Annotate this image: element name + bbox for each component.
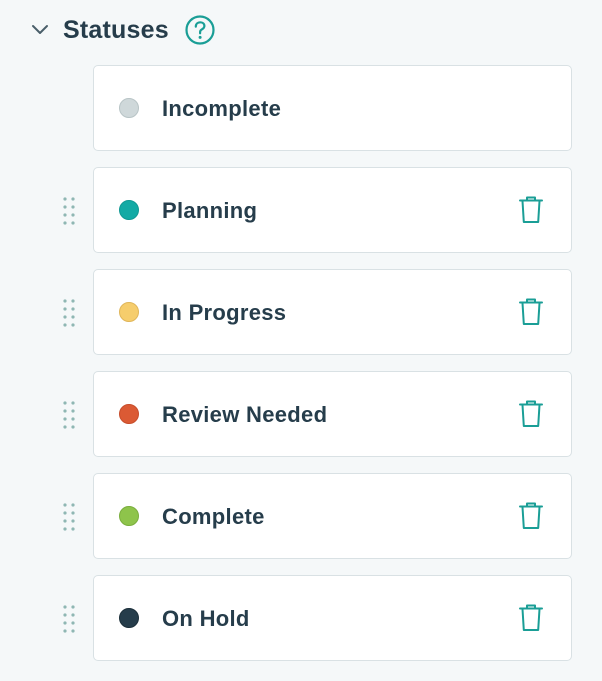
- status-row: Complete: [0, 473, 602, 575]
- statuses-section-header: Statuses: [0, 0, 602, 60]
- status-row: Planning: [0, 167, 602, 269]
- collapse-toggle-button[interactable]: [26, 18, 54, 42]
- status-card[interactable]: In Progress: [93, 269, 572, 355]
- delete-status-button[interactable]: [516, 399, 546, 434]
- drag-handle-icon[interactable]: [58, 599, 80, 639]
- trash-icon: [518, 195, 544, 230]
- status-row: On Hold: [0, 575, 602, 677]
- status-card[interactable]: Review Needed: [93, 371, 572, 457]
- status-card[interactable]: Complete: [93, 473, 572, 559]
- status-card[interactable]: Planning: [93, 167, 572, 253]
- status-color-dot[interactable]: [119, 98, 139, 118]
- drag-handle-icon[interactable]: [58, 293, 80, 333]
- delete-status-button[interactable]: [516, 297, 546, 332]
- status-row: Review Needed: [0, 371, 602, 473]
- delete-status-button[interactable]: [516, 501, 546, 536]
- status-color-dot[interactable]: [119, 302, 139, 322]
- drag-handle-icon[interactable]: [58, 497, 80, 537]
- status-color-dot[interactable]: [119, 506, 139, 526]
- status-card[interactable]: Incomplete: [93, 65, 572, 151]
- help-circle-icon: [185, 15, 215, 45]
- status-row: In Progress: [0, 269, 602, 371]
- status-label: On Hold: [162, 606, 250, 631]
- status-label: Complete: [162, 504, 265, 529]
- status-list: Incomplete Planning In Progress Review Need…: [0, 65, 602, 677]
- status-card[interactable]: On Hold: [93, 575, 572, 661]
- chevron-down-icon: [32, 25, 48, 34]
- status-label: Review Needed: [162, 402, 328, 427]
- delete-status-button[interactable]: [516, 603, 546, 638]
- trash-icon: [518, 297, 544, 332]
- drag-handle-icon[interactable]: [58, 395, 80, 435]
- trash-icon: [518, 603, 544, 638]
- status-color-dot[interactable]: [119, 404, 139, 424]
- status-color-dot[interactable]: [119, 200, 139, 220]
- section-title: Statuses: [63, 16, 169, 44]
- status-color-dot[interactable]: [119, 608, 139, 628]
- trash-icon: [518, 399, 544, 434]
- status-label: Planning: [162, 198, 258, 223]
- delete-status-button[interactable]: [516, 195, 546, 230]
- status-label: Incomplete: [162, 96, 282, 121]
- status-label: In Progress: [162, 300, 287, 325]
- status-row: Incomplete: [0, 65, 602, 167]
- help-button[interactable]: [184, 14, 216, 46]
- trash-icon: [518, 501, 544, 536]
- drag-handle-icon[interactable]: [58, 191, 80, 231]
